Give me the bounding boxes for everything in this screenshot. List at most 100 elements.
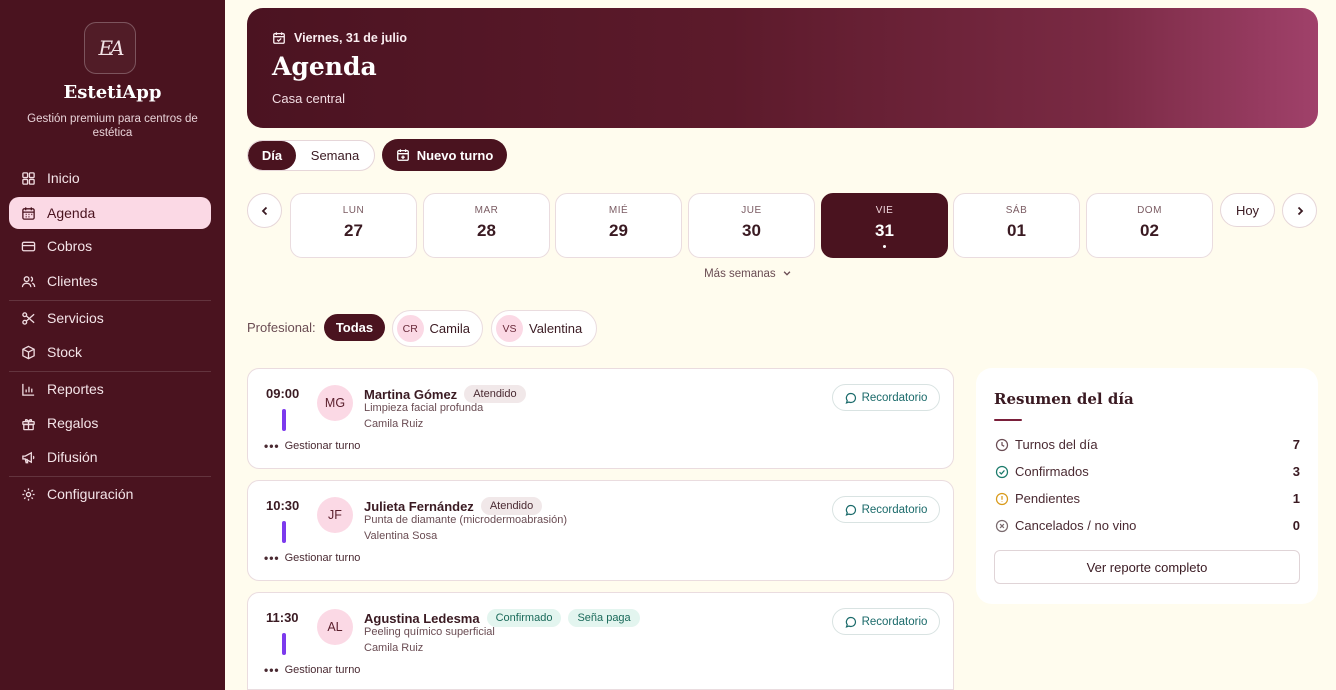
summary-row-pending: Pendientes 1 bbox=[994, 491, 1300, 506]
summary-row-confirmed: Confirmados 3 bbox=[994, 464, 1300, 479]
location-name: Casa central bbox=[272, 91, 345, 106]
summary-value: 0 bbox=[1292, 518, 1300, 533]
summary-row-total: Turnos del día 7 bbox=[994, 437, 1300, 452]
avatar: CR bbox=[397, 315, 424, 342]
sidebar-item-configuracion[interactable]: Configuración bbox=[9, 478, 211, 510]
status-badge: Atendido bbox=[464, 385, 526, 403]
calendar-plus-icon bbox=[396, 149, 409, 161]
day-monday[interactable]: LUN 27 bbox=[290, 193, 417, 258]
day-name: MIÉ bbox=[608, 205, 629, 216]
sidebar-item-label: Cobros bbox=[47, 238, 93, 254]
page-title: Agenda bbox=[272, 52, 377, 81]
credit-card-icon bbox=[20, 238, 36, 254]
avatar: AL bbox=[317, 609, 353, 645]
day-number: 29 bbox=[609, 221, 628, 240]
full-report-button[interactable]: Ver reporte completo bbox=[994, 550, 1300, 584]
sidebar-item-cobros[interactable]: Cobros bbox=[9, 230, 211, 262]
reminder-button[interactable]: Recordatorio bbox=[832, 608, 940, 635]
summary-label: Pendientes bbox=[1015, 491, 1081, 506]
sidebar-item-stock[interactable]: Stock bbox=[9, 336, 211, 368]
more-weeks-toggle[interactable]: Más semanas bbox=[0, 268, 1336, 280]
day-tuesday[interactable]: MAR 28 bbox=[423, 193, 550, 258]
more-dots-icon: ••• bbox=[264, 663, 280, 677]
current-date: Viernes, 31 de julio bbox=[272, 31, 407, 45]
new-appointment-button[interactable]: Nuevo turno bbox=[382, 139, 507, 171]
avatar: VS bbox=[496, 315, 523, 342]
manage-label: Gestionar turno bbox=[284, 440, 361, 452]
manage-label: Gestionar turno bbox=[284, 664, 361, 676]
reminder-label: Recordatorio bbox=[861, 503, 928, 516]
sidebar-item-regalos[interactable]: Regalos bbox=[9, 407, 211, 439]
sidebar-divider bbox=[9, 371, 211, 372]
scissors-icon bbox=[20, 310, 36, 326]
summary-value: 7 bbox=[1292, 437, 1300, 452]
sidebar-item-label: Servicios bbox=[47, 310, 104, 326]
summary-value: 1 bbox=[1292, 491, 1300, 506]
prev-week-button[interactable] bbox=[247, 193, 282, 228]
appointment-card[interactable]: 11:30 AL Agustina Ledesma Confirmado Señ… bbox=[247, 592, 954, 690]
avatar: JF bbox=[317, 497, 353, 533]
day-friday[interactable]: VIE 31 bbox=[821, 193, 948, 258]
status-badge: Confirmado bbox=[486, 609, 562, 627]
sidebar-item-servicios[interactable]: Servicios bbox=[9, 302, 211, 334]
app-logo[interactable]: EA bbox=[84, 22, 136, 74]
client-name: Julieta Fernández bbox=[364, 498, 474, 514]
day-saturday[interactable]: SÁB 01 bbox=[953, 193, 1080, 258]
professional-name: Camila Ruiz bbox=[364, 642, 424, 654]
bar-chart-icon bbox=[20, 381, 36, 397]
sidebar-item-label: Regalos bbox=[47, 415, 99, 431]
message-circle-icon bbox=[845, 392, 856, 404]
reminder-label: Recordatorio bbox=[861, 391, 928, 404]
today-button[interactable]: Hoy bbox=[1220, 193, 1275, 227]
day-number: 27 bbox=[344, 221, 363, 240]
summary-value: 3 bbox=[1292, 464, 1300, 479]
appointment-time: 11:30 bbox=[266, 610, 299, 625]
filter-camila-chip[interactable]: CR Camila bbox=[392, 310, 483, 347]
day-number: 28 bbox=[477, 221, 496, 240]
professional-name: Camila bbox=[429, 321, 470, 336]
new-appointment-label: Nuevo turno bbox=[416, 147, 494, 163]
summary-label: Confirmados bbox=[1015, 464, 1089, 479]
professional-name: Valentina Sosa bbox=[364, 530, 438, 542]
appointment-card[interactable]: 10:30 JF Julieta Fernández Atendido Punt… bbox=[247, 480, 954, 581]
sidebar-item-agenda[interactable]: Agenda bbox=[9, 197, 211, 229]
summary-title: Resumen del día bbox=[994, 390, 1134, 408]
next-week-button[interactable] bbox=[1282, 193, 1317, 228]
view-week-button[interactable]: Semana bbox=[296, 141, 374, 170]
logo-monogram: EA bbox=[98, 36, 124, 60]
sidebar-item-label: Configuración bbox=[47, 486, 134, 502]
day-wednesday[interactable]: MIÉ 29 bbox=[555, 193, 682, 258]
summary-title-underline bbox=[994, 419, 1022, 421]
gift-icon bbox=[20, 415, 36, 431]
day-sunday[interactable]: DOM 02 bbox=[1086, 193, 1213, 258]
manage-appointment-link[interactable]: ••• Gestionar turno bbox=[264, 663, 360, 677]
sidebar-item-inicio[interactable]: Inicio bbox=[9, 162, 211, 194]
sidebar-divider bbox=[9, 300, 211, 301]
manage-appointment-link[interactable]: ••• Gestionar turno bbox=[264, 439, 360, 453]
more-dots-icon: ••• bbox=[264, 439, 280, 453]
sidebar-item-label: Inicio bbox=[47, 170, 80, 186]
filter-valentina-chip[interactable]: VS Valentina bbox=[491, 310, 597, 347]
sidebar-item-reportes[interactable]: Reportes bbox=[9, 373, 211, 405]
professional-filter-label: Profesional: bbox=[247, 320, 316, 335]
day-number: 30 bbox=[742, 221, 761, 240]
x-circle-icon bbox=[994, 518, 1009, 533]
reminder-button[interactable]: Recordatorio bbox=[832, 384, 940, 411]
reminder-button[interactable]: Recordatorio bbox=[832, 496, 940, 523]
check-circle-icon bbox=[994, 464, 1009, 479]
manage-appointment-link[interactable]: ••• Gestionar turno bbox=[264, 551, 360, 565]
manage-label: Gestionar turno bbox=[284, 552, 361, 564]
day-name: VIE bbox=[875, 205, 894, 216]
day-name: DOM bbox=[1137, 205, 1162, 216]
day-thursday[interactable]: JUE 30 bbox=[688, 193, 815, 258]
sidebar-item-difusion[interactable]: Difusión bbox=[9, 441, 211, 473]
filter-all-button[interactable]: Todas bbox=[324, 314, 385, 341]
brand-name: EstetiApp bbox=[63, 82, 162, 103]
day-number: 02 bbox=[1140, 221, 1159, 240]
appointment-card[interactable]: 09:00 MG Martina Gómez Atendido Limpieza… bbox=[247, 368, 954, 469]
megaphone-icon bbox=[20, 449, 36, 465]
sidebar: EA EstetiApp Gestión premium para centro… bbox=[0, 0, 225, 690]
service-name: Punta de diamante (microdermoabrasión) bbox=[364, 514, 567, 526]
view-day-button[interactable]: Día bbox=[248, 141, 296, 170]
service-name: Peeling químico superficial bbox=[364, 626, 495, 638]
